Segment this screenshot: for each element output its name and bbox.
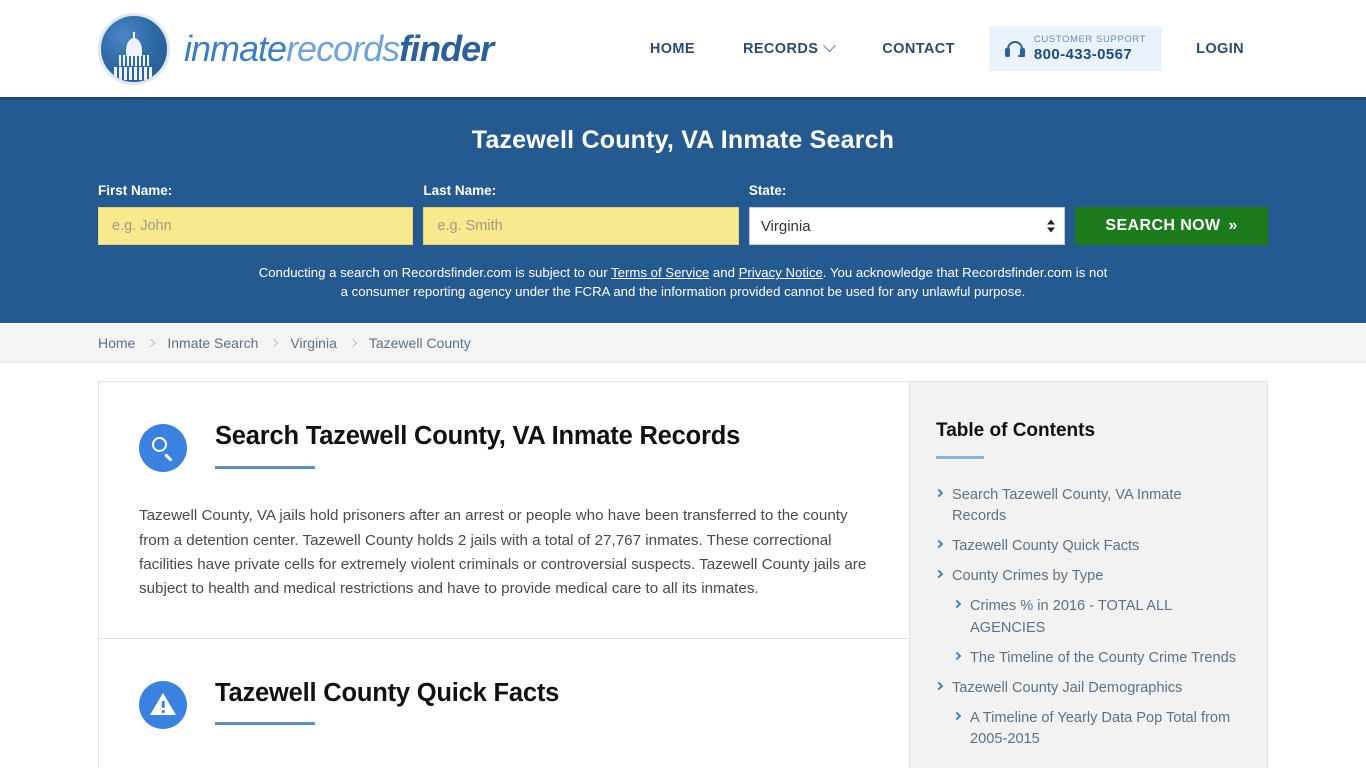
chevron-right-icon xyxy=(952,600,962,609)
toc-item-label: The Timeline of the County Crime Trends xyxy=(970,649,1237,666)
hero-search-panel: Tazewell County, VA Inmate Search First … xyxy=(0,97,1366,324)
last-name-field-group: Last Name: xyxy=(423,183,739,245)
chevron-right-icon xyxy=(147,338,156,348)
nav-item-contact-label: CONTACT xyxy=(882,40,955,57)
page-title: Tazewell County, VA Inmate Search xyxy=(471,126,895,154)
section-search-records: Search Tazewell County, VA Inmate Record… xyxy=(99,382,909,637)
breadcrumb-bar: Home Inmate Search Virginia Tazewell Cou… xyxy=(0,323,1366,364)
support-phone: 800-433-0567 xyxy=(1033,45,1133,63)
main-content-card: Search Tazewell County, VA Inmate Record… xyxy=(98,381,909,768)
section-quick-facts: Tazewell County Quick Facts xyxy=(99,637,909,765)
nav-item-records[interactable]: RECORDS xyxy=(719,39,858,57)
chevron-down-icon xyxy=(823,39,837,53)
nav-item-home[interactable]: HOME xyxy=(626,41,719,57)
breadcrumb-item-current: Tazewell County xyxy=(368,334,471,351)
first-name-field-group: First Name: xyxy=(98,183,414,245)
breadcrumb-item-virginia[interactable]: Virginia xyxy=(290,335,336,351)
toc-accent-rule xyxy=(936,456,984,459)
warning-icon xyxy=(139,680,187,729)
toc-item-county-crimes-by-type[interactable]: County Crimes by Type xyxy=(934,566,1239,587)
disclaimer-part-1: Conducting a search on Recordsfinder.com… xyxy=(258,265,612,280)
nav-item-records-label: RECORDS xyxy=(742,40,819,57)
chevron-right-icon xyxy=(934,681,944,691)
breadcrumb-item-home[interactable]: Home xyxy=(98,335,135,351)
state-select[interactable] xyxy=(748,207,1066,245)
double-chevron-right-icon: » xyxy=(1228,217,1238,234)
state-label: State: xyxy=(748,183,787,198)
headset-icon xyxy=(1004,39,1025,59)
capitol-dome-icon xyxy=(98,12,170,85)
first-name-input[interactable] xyxy=(98,207,414,245)
table-of-contents-sidebar: Table of Contents Search Tazewell County… xyxy=(909,381,1268,768)
last-name-input[interactable] xyxy=(423,207,739,245)
inmate-search-form: First Name: Last Name: State: SEARCH NOW… xyxy=(98,183,1268,245)
chevron-right-icon xyxy=(270,338,279,348)
last-name-label: Last Name: xyxy=(423,183,497,198)
title-accent-rule xyxy=(215,721,315,725)
toc-item-label: A Timeline of Yearly Data Pop Total from… xyxy=(970,710,1231,748)
disclaimer-part-2: and xyxy=(709,265,739,280)
toc-title: Table of Contents xyxy=(936,420,1096,442)
terms-of-service-link[interactable]: Terms of Service xyxy=(611,265,709,280)
search-now-button[interactable]: SEARCH NOW » xyxy=(1075,207,1268,245)
chevron-right-icon xyxy=(952,651,962,660)
chevron-right-icon xyxy=(952,711,962,721)
nav-item-login-label: LOGIN xyxy=(1196,40,1244,57)
brand-part-3: finder xyxy=(399,27,494,69)
breadcrumb-item-inmate-search[interactable]: Inmate Search xyxy=(167,335,258,351)
search-icon xyxy=(139,424,187,473)
toc-item-label: Search Tazewell County, VA Inmate Record… xyxy=(952,486,1182,524)
chevron-right-icon xyxy=(934,539,944,549)
toc-item-label: Crimes % in 2016 - TOTAL ALL AGENCIES xyxy=(970,598,1172,636)
chevron-right-icon xyxy=(934,488,944,498)
toc-item-jail-demographics[interactable]: Tazewell County Jail Demographics xyxy=(934,678,1239,699)
toc-item-yearly-pop-total[interactable]: A Timeline of Yearly Data Pop Total from… xyxy=(936,708,1239,750)
nav-item-login[interactable]: LOGIN xyxy=(1172,41,1268,57)
toc-item-crimes-percent-2016[interactable]: Crimes % in 2016 - TOTAL ALL AGENCIES xyxy=(936,596,1239,638)
section-title-search-records: Search Tazewell County, VA Inmate Record… xyxy=(215,422,741,451)
state-field-group: State: xyxy=(748,183,1066,245)
toc-item-label: Tazewell County Quick Facts xyxy=(952,538,1140,555)
site-header: inmaterecordsfinder HOME RECORDS CONTACT… xyxy=(0,0,1366,97)
section-body-search-records: Tazewell County, VA jails hold prisoners… xyxy=(139,507,867,598)
brand-part-1: inmate xyxy=(184,27,287,69)
section-title-quick-facts: Tazewell County Quick Facts xyxy=(215,678,560,707)
page-content: Search Tazewell County, VA Inmate Record… xyxy=(0,363,1366,768)
search-now-label: SEARCH NOW xyxy=(1105,217,1221,234)
privacy-notice-link[interactable]: Privacy Notice xyxy=(739,265,823,280)
nav-item-home-label: HOME xyxy=(649,40,695,57)
brand-logo-link[interactable]: inmaterecordsfinder xyxy=(98,12,494,85)
support-label: CUSTOMER SUPPORT xyxy=(1033,33,1147,45)
breadcrumb: Home Inmate Search Virginia Tazewell Cou… xyxy=(98,335,471,351)
chevron-right-icon xyxy=(348,338,358,348)
toc-item-quick-facts[interactable]: Tazewell County Quick Facts xyxy=(934,536,1239,557)
main-navigation: HOME RECORDS CONTACT CUSTOMER SUPPORT 80… xyxy=(626,25,1268,72)
toc-item-crime-trends-timeline[interactable]: The Timeline of the County Crime Trends xyxy=(936,648,1239,669)
title-accent-rule xyxy=(215,465,315,469)
toc-item-search-records[interactable]: Search Tazewell County, VA Inmate Record… xyxy=(934,485,1239,527)
first-name-label: First Name: xyxy=(98,183,173,198)
toc-list: Search Tazewell County, VA Inmate Record… xyxy=(934,485,1239,751)
customer-support-box[interactable]: CUSTOMER SUPPORT 800-433-0567 xyxy=(988,25,1163,72)
toc-item-label: Tazewell County Jail Demographics xyxy=(952,679,1183,696)
brand-wordmark: inmaterecordsfinder xyxy=(184,27,494,70)
toc-item-label: County Crimes by Type xyxy=(952,568,1104,585)
nav-item-contact[interactable]: CONTACT xyxy=(858,41,979,57)
search-disclaimer: Conducting a search on Recordsfinder.com… xyxy=(258,263,1108,301)
chevron-right-icon xyxy=(934,570,944,579)
brand-part-2: records xyxy=(286,27,400,69)
